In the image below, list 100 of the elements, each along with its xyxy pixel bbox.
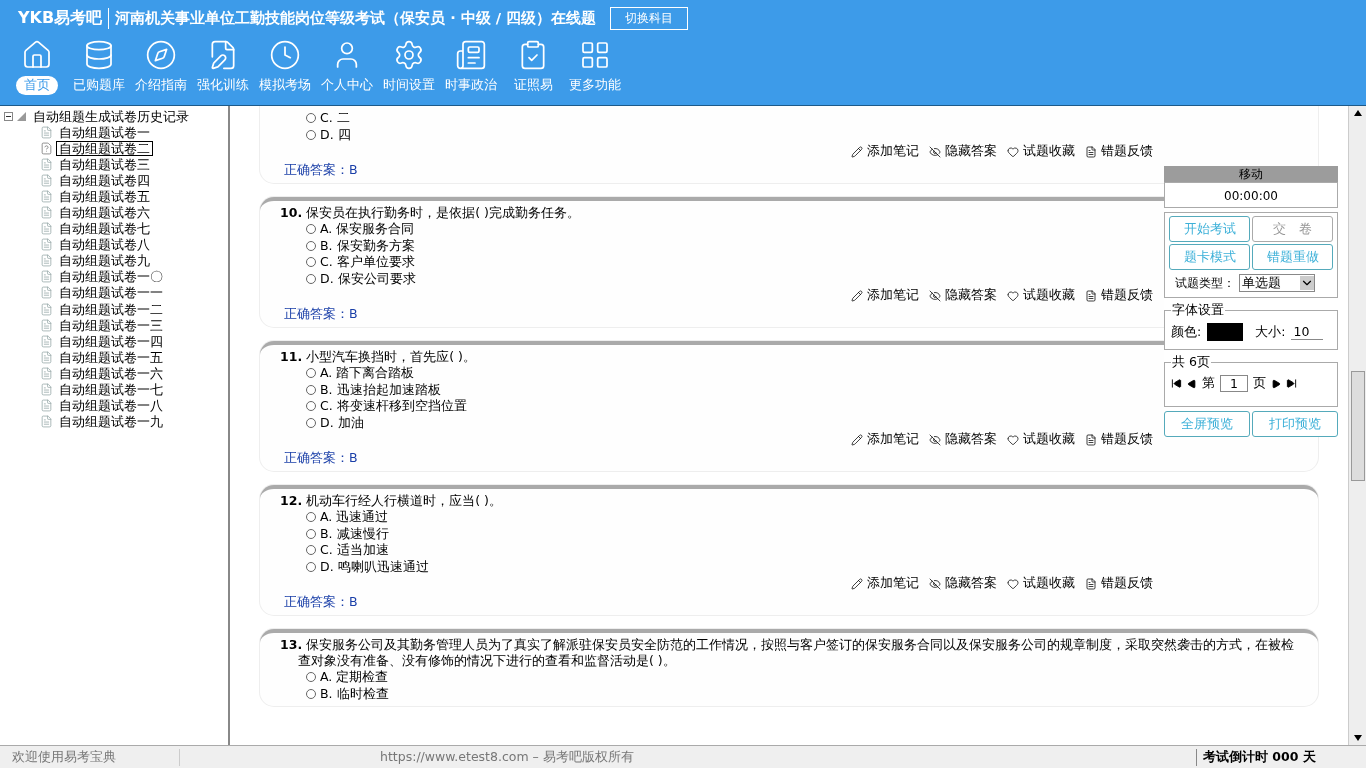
- color-swatch[interactable]: [1207, 323, 1244, 341]
- next-page-icon[interactable]: [1271, 378, 1281, 389]
- tree-item[interactable]: 自动组题试卷一二: [56, 301, 166, 317]
- action-link[interactable]: 错题反馈: [1085, 431, 1153, 448]
- option-label: B. 减速慢行: [320, 525, 389, 542]
- radio-button[interactable]: [306, 129, 316, 140]
- radio-button[interactable]: [306, 401, 316, 412]
- last-page-icon[interactable]: [1286, 378, 1297, 389]
- tree-item[interactable]: 自动组题试卷一七: [56, 382, 166, 398]
- heart-icon: [1007, 433, 1019, 446]
- type-select[interactable]: 单选题: [1239, 274, 1315, 292]
- tree-item[interactable]: 自动组题试卷二: [56, 140, 153, 156]
- document-icon: [40, 254, 53, 268]
- action-link[interactable]: 试题收藏: [1007, 287, 1075, 304]
- action-link[interactable]: 错题反馈: [1085, 575, 1153, 592]
- radio-button[interactable]: [306, 545, 316, 556]
- type-label: 试题类型：: [1175, 274, 1235, 292]
- action-link[interactable]: 错题反馈: [1085, 143, 1153, 160]
- action-link[interactable]: 添加笔记: [851, 287, 919, 304]
- radio-button[interactable]: [306, 113, 316, 124]
- radio-button[interactable]: [306, 528, 316, 539]
- tree-item[interactable]: 自动组题试卷一: [56, 124, 153, 140]
- heart-icon: [1007, 289, 1019, 302]
- tree-item[interactable]: 自动组题试卷一六: [56, 365, 166, 381]
- action-link[interactable]: 添加笔记: [851, 431, 919, 448]
- document-icon: [40, 302, 53, 316]
- action-link[interactable]: 隐藏答案: [929, 575, 997, 592]
- tree-root-label[interactable]: 自动组题生成试卷历史记录: [30, 108, 192, 124]
- scroll-up-arrow[interactable]: [1353, 110, 1362, 116]
- eye-slash-icon: [929, 145, 941, 158]
- first-page-icon[interactable]: [1171, 378, 1182, 389]
- tree-item[interactable]: 自动组题试卷一八: [56, 398, 166, 414]
- tree-item[interactable]: 自动组题试卷一五: [56, 349, 166, 365]
- color-label: 颜色:: [1171, 323, 1202, 341]
- size-label: 大小:: [1255, 323, 1286, 341]
- action-link[interactable]: 错题反馈: [1085, 287, 1153, 304]
- tree-item[interactable]: 自动组题试卷一〇: [56, 269, 166, 285]
- radio-button[interactable]: [306, 512, 316, 523]
- tree-item[interactable]: 自动组题试卷一一: [56, 285, 166, 301]
- action-link[interactable]: 隐藏答案: [929, 143, 997, 160]
- scroll-thumb[interactable]: [1350, 370, 1365, 481]
- document-icon: [40, 125, 53, 139]
- option-label: A. 定期检查: [320, 669, 389, 686]
- radio-button[interactable]: [306, 368, 316, 379]
- tree-item[interactable]: 自动组题试卷三: [56, 156, 153, 172]
- collapse-toggle[interactable]: [4, 111, 13, 121]
- panel-title[interactable]: 移动: [1164, 166, 1338, 182]
- page-field[interactable]: 1: [1220, 375, 1248, 392]
- countdown-text: 考试倒计时 000 天: [1196, 748, 1366, 766]
- heart-icon: [1007, 145, 1019, 158]
- tree-item[interactable]: 自动组题试卷八: [56, 237, 153, 253]
- tree-item[interactable]: 自动组题试卷一四: [56, 333, 166, 349]
- size-field[interactable]: 10: [1291, 324, 1324, 340]
- radio-button[interactable]: [306, 224, 316, 235]
- action-link[interactable]: 隐藏答案: [929, 287, 997, 304]
- action-link[interactable]: 试题收藏: [1007, 431, 1075, 448]
- action-link[interactable]: 添加笔记: [851, 575, 919, 592]
- tree-item[interactable]: 自动组题试卷一九: [56, 414, 166, 430]
- document-icon: [40, 189, 53, 203]
- document-icon: [40, 238, 53, 252]
- document-icon: [1085, 433, 1097, 446]
- radio-button[interactable]: [306, 417, 316, 428]
- radio-button[interactable]: [306, 688, 316, 699]
- radio-button[interactable]: [306, 257, 316, 268]
- document-icon: [40, 350, 53, 364]
- tree-item[interactable]: 自动组题试卷一三: [56, 317, 166, 333]
- page-suffix: 页: [1253, 375, 1266, 392]
- document-icon: [40, 173, 53, 187]
- heart-icon: [1007, 577, 1019, 590]
- option-label: D. 加油: [320, 414, 364, 431]
- radio-button[interactable]: [306, 561, 316, 572]
- action-link[interactable]: 隐藏答案: [929, 431, 997, 448]
- tree-item[interactable]: 自动组题试卷七: [56, 221, 153, 237]
- radio-button[interactable]: [306, 240, 316, 251]
- option-label: B. 保安勤务方案: [320, 237, 415, 254]
- document-icon: [40, 383, 53, 397]
- scroll-down-arrow[interactable]: [1353, 735, 1362, 741]
- action-link[interactable]: 添加笔记: [851, 143, 919, 160]
- eye-slash-icon: [929, 433, 941, 446]
- action-link[interactable]: 试题收藏: [1007, 575, 1075, 592]
- radio-button[interactable]: [306, 672, 316, 683]
- tree-item[interactable]: 自动组题试卷六: [56, 205, 153, 220]
- tree-item[interactable]: 自动组题试卷五: [56, 188, 153, 204]
- question-text: 10. 保安员在执行勤务时，是依据( )完成勤务任务。: [280, 205, 580, 221]
- document-icon: [40, 270, 53, 284]
- option-label: C. 客户单位要求: [320, 254, 415, 271]
- vertical-scrollbar[interactable]: [1348, 106, 1366, 745]
- previous-page-icon[interactable]: [1187, 378, 1197, 389]
- question-text: 13. 保安服务公司及其勤务管理人员为了真实了解派驻保安员安全防范的工作情况，按照与客户签订的保安服务合同以及保安服务公司的规章制度，采取突然袭击的方式，在被检查对象没有准备、没有修饰的情况下进行的查看和监督活动是( )。: [280, 637, 1296, 669]
- document-icon: [40, 141, 53, 155]
- radio-button[interactable]: [306, 384, 316, 395]
- document-icon: [40, 286, 53, 300]
- welcome-text: 欢迎使用易考宝典: [0, 748, 180, 766]
- radio-button[interactable]: [306, 273, 316, 284]
- action-link[interactable]: 试题收藏: [1007, 143, 1075, 160]
- tree-item[interactable]: 自动组题试卷四: [56, 172, 153, 188]
- option-label: C. 将变速杆移到空挡位置: [320, 398, 467, 415]
- document-icon: [40, 415, 53, 429]
- pencil-icon: [851, 577, 863, 590]
- tree-item[interactable]: 自动组题试卷九: [56, 253, 153, 269]
